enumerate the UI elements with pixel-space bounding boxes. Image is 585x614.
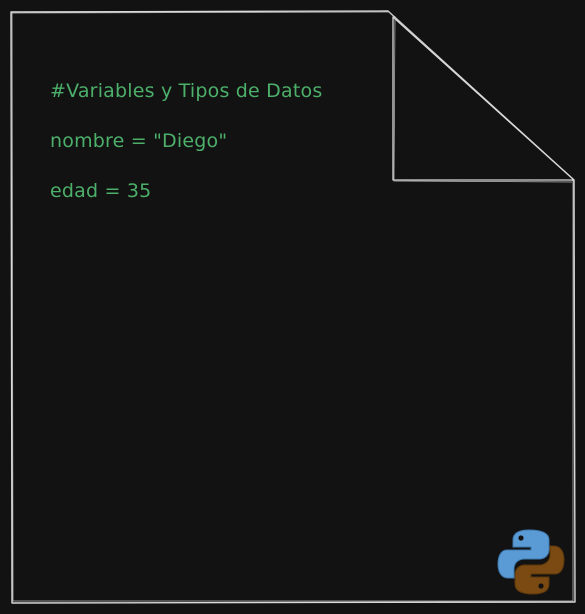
code-comment-line: #Variables y Tipos de Datos	[50, 80, 323, 102]
folded-corner	[392, 15, 575, 183]
code-block: #Variables y Tipos de Datos nombre = "Di…	[50, 66, 322, 216]
code-line-nombre: nombre = "Diego"	[50, 130, 228, 152]
python-logo-icon	[497, 529, 565, 595]
code-line-edad: edad = 35	[50, 180, 152, 202]
